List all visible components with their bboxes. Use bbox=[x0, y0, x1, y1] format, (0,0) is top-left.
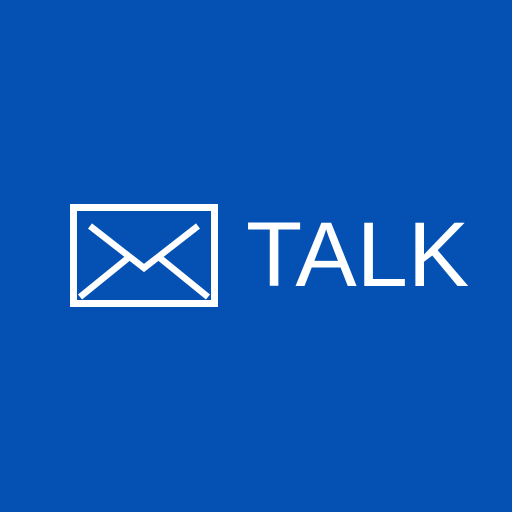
app-name: TALK bbox=[246, 204, 470, 306]
app-logo: TALK bbox=[0, 0, 512, 512]
envelope-icon bbox=[70, 204, 218, 307]
